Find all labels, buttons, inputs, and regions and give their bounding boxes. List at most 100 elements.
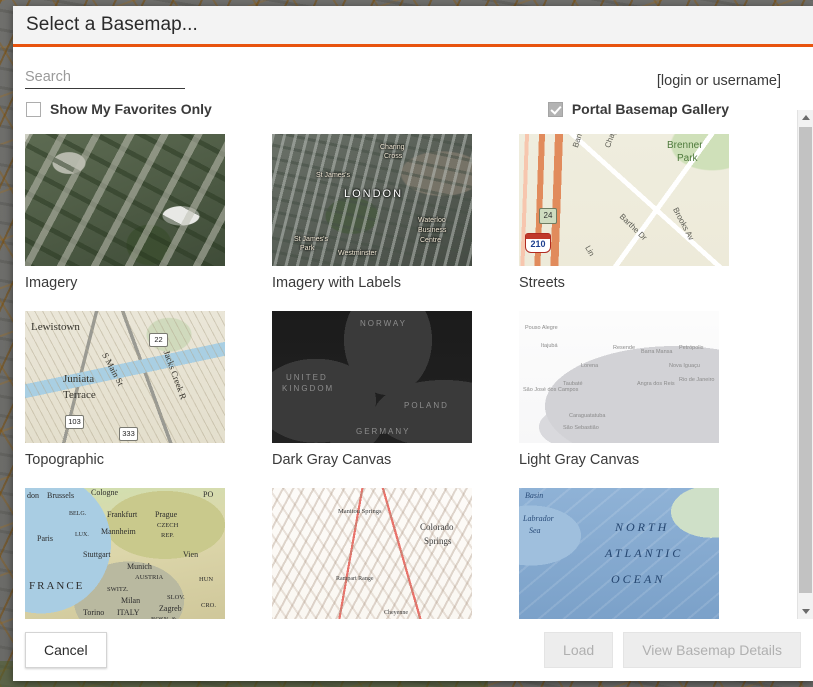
- map-label: AUSTRIA: [135, 574, 164, 581]
- scroll-up-icon[interactable]: [798, 110, 813, 125]
- show-favorites-only-label: Show My Favorites Only: [50, 101, 212, 117]
- map-label: NORWAY: [360, 319, 407, 328]
- map-label: Terrace: [63, 389, 96, 401]
- map-label: Resende: [613, 345, 636, 351]
- map-label: Jacks Creek R: [161, 349, 189, 401]
- scrollbar-thumb[interactable]: [799, 127, 812, 593]
- map-label: ITALY: [117, 608, 140, 617]
- map-label: Charing: [380, 144, 405, 151]
- map-label: Waterloo: [418, 217, 446, 224]
- basemap-thumbnail-imagery-with-labels[interactable]: Charing Cross St James's LONDON Waterloo…: [272, 134, 472, 266]
- dialog-title: Select a Basemap...: [26, 14, 198, 35]
- filter-row-bottom: Show My Favorites Only Portal Basemap Ga…: [25, 101, 785, 117]
- map-label: LUX.: [75, 532, 89, 538]
- basemap-gallery[interactable]: Imagery Charing Cross St James's LONDON …: [13, 122, 797, 619]
- route-shield-333: 333: [119, 427, 138, 441]
- basemap-card-streets[interactable]: Banbury Av Chapman Ave Brenner Park Bart…: [519, 134, 743, 291]
- basemap-label-streets: Streets: [519, 275, 565, 291]
- portal-basemap-gallery-label: Portal Basemap Gallery: [571, 101, 729, 117]
- map-label: Zagreb: [159, 604, 182, 613]
- dialog-footer: Cancel Load View Basemap Details: [13, 619, 813, 681]
- map-label: Lin: [583, 244, 597, 258]
- map-label: Chapman Ave: [603, 134, 629, 149]
- map-label: St James's: [316, 172, 351, 179]
- basemap-card-topographic[interactable]: Lewistown Juniata Terrace S Main St Jack…: [25, 311, 249, 468]
- basemap-thumbnail-ocean[interactable]: Basin Labrador Sea NORTH ATLANTIC OCEAN: [519, 488, 719, 619]
- scroll-down-icon[interactable]: [798, 604, 813, 619]
- basemap-thumbnail-imagery[interactable]: [25, 134, 225, 266]
- basemap-thumbnail-dark-gray-canvas[interactable]: NORWAY UNITED KINGDOM POLAND GERMANY: [272, 311, 472, 443]
- map-label: Caraguatatuba: [569, 413, 606, 419]
- map-label: Basin: [525, 491, 544, 500]
- cancel-button[interactable]: Cancel: [25, 632, 107, 668]
- map-label: Sea: [529, 526, 541, 535]
- filter-row-top: [login or username]: [25, 67, 785, 89]
- map-label: São José dos Campos: [523, 387, 579, 393]
- filter-bar: [login or username] Show My Favorites On…: [13, 47, 797, 122]
- map-label: Nova Iguaçu: [669, 363, 700, 369]
- basemap-thumbnail-streets[interactable]: Banbury Av Chapman Ave Brenner Park Bart…: [519, 134, 729, 266]
- map-label: Labrador: [523, 514, 554, 523]
- gallery-scrollbar[interactable]: [797, 110, 813, 619]
- map-label: São Sebastião: [563, 425, 599, 431]
- portal-basemap-gallery-checkbox[interactable]: Portal Basemap Gallery: [547, 101, 729, 117]
- basemap-card-light-gray-canvas[interactable]: Pouso Alegre Itajubá Resende Barra Mansa…: [519, 311, 743, 468]
- map-label: Lewistown: [31, 321, 80, 333]
- map-label: Rampart Range: [336, 576, 374, 582]
- basemap-card-terrain[interactable]: Manitou Springs Colorado Springs Rampart…: [272, 488, 496, 619]
- map-label: Vien: [183, 550, 199, 559]
- map-label: Stuttgart: [83, 550, 111, 559]
- search-input[interactable]: [25, 69, 185, 89]
- map-label: S Main St: [100, 351, 126, 388]
- route-shield-24: 24: [539, 208, 557, 224]
- basemap-card-europe[interactable]: don Brussels Cologne Frankfurt Prague PO…: [25, 488, 249, 619]
- basemap-thumbnail-europe[interactable]: don Brussels Cologne Frankfurt Prague PO…: [25, 488, 225, 619]
- map-label: don: [27, 491, 39, 500]
- map-label: KINGDOM: [282, 384, 335, 393]
- footer-actions: Load View Basemap Details: [544, 632, 801, 668]
- map-label: Manitou Springs: [338, 508, 382, 515]
- basemap-thumbnail-terrain[interactable]: Manitou Springs Colorado Springs Rampart…: [272, 488, 472, 619]
- basemap-label-topographic: Topographic: [25, 452, 104, 468]
- view-basemap-details-button[interactable]: View Basemap Details: [623, 632, 801, 668]
- map-label: Cologne: [91, 488, 119, 497]
- map-label: Juniata: [63, 373, 95, 385]
- map-label: Cheyenne: [384, 610, 408, 616]
- map-label: Centre: [420, 237, 442, 244]
- dialog-body: [login or username] Show My Favorites On…: [13, 47, 813, 619]
- map-label: Brussels: [47, 491, 75, 500]
- map-label: Torino: [83, 608, 105, 617]
- map-label: LONDON: [344, 188, 404, 200]
- map-label: Pouso Alegre: [525, 325, 558, 331]
- basemap-thumbnail-light-gray-canvas[interactable]: Pouso Alegre Itajubá Resende Barra Mansa…: [519, 311, 719, 443]
- map-label: SWITZ.: [107, 586, 129, 593]
- map-label: GERMANY: [356, 427, 411, 436]
- route-shield-22: 22: [149, 333, 168, 347]
- load-button[interactable]: Load: [544, 632, 614, 668]
- map-label: OCEAN: [611, 572, 666, 586]
- map-label: ATLANTIC: [605, 546, 684, 560]
- map-label: Milan: [121, 596, 141, 605]
- basemap-label-imagery: Imagery: [25, 275, 78, 291]
- basemap-card-imagery-with-labels[interactable]: Charing Cross St James's LONDON Waterloo…: [272, 134, 496, 291]
- map-label: Colorado: [420, 522, 454, 532]
- route-shield-210: 210: [525, 233, 551, 253]
- show-favorites-only-checkbox[interactable]: Show My Favorites Only: [26, 101, 212, 117]
- map-label: Prague: [155, 510, 178, 519]
- map-label: Frankfurt: [107, 510, 138, 519]
- basemap-label-light-gray-canvas: Light Gray Canvas: [519, 452, 640, 468]
- checkbox-box-favorites[interactable]: [26, 101, 41, 117]
- basemap-card-ocean[interactable]: Basin Labrador Sea NORTH ATLANTIC OCEAN: [519, 488, 743, 619]
- checkbox-box-portal[interactable]: [547, 101, 563, 117]
- basemap-label-dark-gray-canvas: Dark Gray Canvas: [272, 452, 392, 468]
- map-label: St James's: [294, 236, 329, 243]
- map-label: FRANCE: [29, 580, 85, 592]
- basemap-card-imagery[interactable]: Imagery: [25, 134, 249, 291]
- basemap-thumbnail-topographic[interactable]: Lewistown Juniata Terrace S Main St Jack…: [25, 311, 225, 443]
- map-label: SLOV.: [167, 594, 185, 601]
- map-label: Munich: [127, 562, 152, 571]
- basemap-card-dark-gray-canvas[interactable]: NORWAY UNITED KINGDOM POLAND GERMANY Dar…: [272, 311, 496, 468]
- basemap-grid: Imagery Charing Cross St James's LONDON …: [25, 134, 797, 619]
- map-label: Mannheim: [101, 527, 136, 536]
- map-label: Barthe Dr: [617, 212, 649, 243]
